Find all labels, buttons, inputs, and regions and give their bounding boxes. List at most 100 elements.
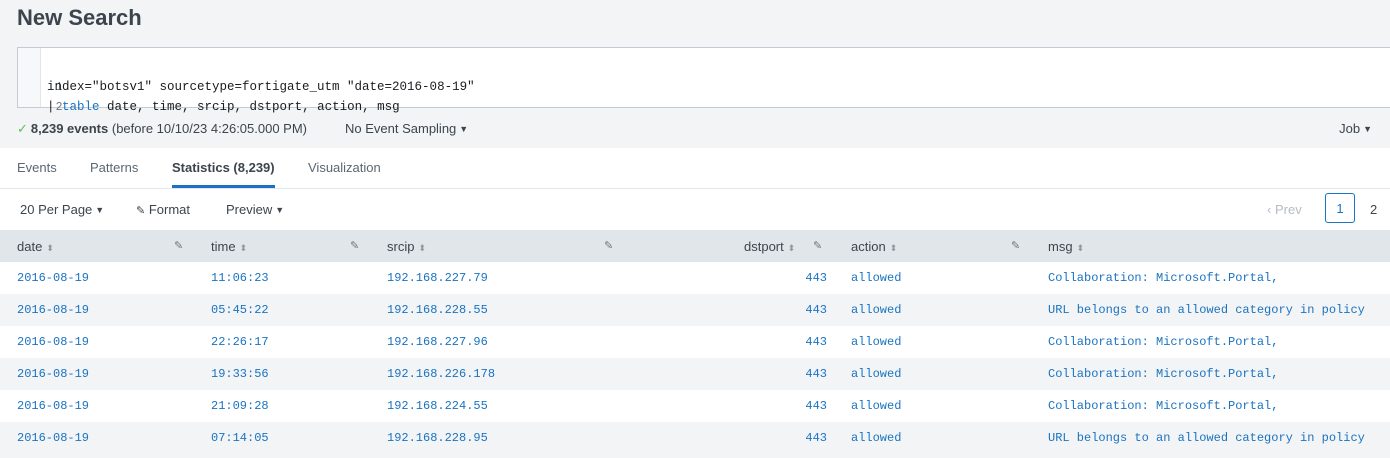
format-label: Format [148,202,191,217]
cell-srcip[interactable]: 192.168.224.55 [387,399,488,413]
cell-msg[interactable]: Collaboration: Microsoft.Portal, [1048,367,1278,381]
cell-srcip[interactable]: 192.168.227.79 [387,271,488,285]
column-label: date [17,239,43,254]
preview-dropdown[interactable]: Preview ▼ [226,202,284,217]
table-row: 2016-08-19 22:26:17 192.168.227.96 443 a… [0,326,1390,358]
table-header-row: date ⬍ ✎ time ⬍ ✎ srcip ⬍ ✎ dstport ⬍ ✎ acti… [0,230,1390,262]
cell-date[interactable]: 2016-08-19 [17,399,89,413]
cell-action[interactable]: allowed [851,367,901,381]
search-code-line-2: | table date, time, srcip, dstport, acti… [47,97,400,117]
tab-events[interactable]: Events [17,160,57,188]
results-toolbar: 20 Per Page ▼ ✎ Format Preview ▼ ‹ Prev 1 … [0,189,1390,230]
sort-icon[interactable]: ⬍ [1077,243,1085,253]
cell-dstport[interactable]: 443 [805,335,827,349]
cell-msg[interactable]: Collaboration: Microsoft.Portal, [1048,271,1278,285]
pencil-icon: ✎ [136,205,146,217]
cell-date[interactable]: 2016-08-19 [17,367,89,381]
cell-time[interactable]: 05:45:22 [211,303,269,317]
page-1-button[interactable]: 1 [1325,193,1355,223]
tab-patterns[interactable]: Patterns [90,160,138,188]
chevron-left-icon: ‹ [1267,202,1272,217]
table-command-keyword: table [62,100,100,114]
job-menu-label: Job [1339,121,1361,136]
event-sampling-label: No Event Sampling [345,121,457,136]
per-page-label: 20 Per Page [20,202,93,217]
cell-date[interactable]: 2016-08-19 [17,431,89,445]
statistics-table: date ⬍ ✎ time ⬍ ✎ srcip ⬍ ✎ dstport ⬍ ✎ acti… [0,230,1390,454]
tab-statistics[interactable]: Statistics (8,239) [172,160,275,188]
preview-label: Preview [226,202,273,217]
column-header-dstport[interactable]: dstport ⬍ ✎ [620,230,834,262]
table-row: 2016-08-19 19:33:56 192.168.226.178 443 … [0,358,1390,390]
caret-down-icon: ▼ [95,205,105,215]
cell-srcip[interactable]: 192.168.227.96 [387,335,488,349]
cell-msg[interactable]: URL belongs to an allowed category in po… [1048,303,1365,317]
search-code-line-1: index="botsv1" sourcetype=fortigate_utm … [47,80,475,94]
pencil-icon[interactable]: ✎ [813,239,822,252]
caret-down-icon: ▼ [1363,124,1372,134]
cell-time[interactable]: 22:26:17 [211,335,269,349]
sort-icon[interactable]: ⬍ [890,243,898,253]
cell-time[interactable]: 07:14:05 [211,431,269,445]
column-header-date[interactable]: date ⬍ ✎ [0,230,194,262]
cell-date[interactable]: 2016-08-19 [17,303,89,317]
cell-dstport[interactable]: 443 [805,303,827,317]
tab-visualization[interactable]: Visualization [308,160,381,188]
cell-action[interactable]: allowed [851,303,901,317]
page-2-button[interactable]: 2 [1370,202,1377,217]
search-editor[interactable]: 1 index="botsv1" sourcetype=fortigate_utm… [17,47,1390,114]
search-line-2[interactable]: 2 | table date, time, srcip, dstport, act… [18,77,400,114]
column-header-time[interactable]: time ⬍ ✎ [194,230,370,262]
cell-dstport[interactable]: 443 [805,431,827,445]
cell-action[interactable]: allowed [851,399,901,413]
prev-label: Prev [1274,202,1302,217]
per-page-dropdown[interactable]: 20 Per Page ▼ [20,202,104,217]
format-button[interactable]: ✎ Format [136,202,190,217]
cell-srcip[interactable]: 192.168.228.55 [387,303,488,317]
prev-page-button[interactable]: ‹ Prev [1267,202,1302,217]
column-label: action [851,239,886,254]
cell-time[interactable]: 19:33:56 [211,367,269,381]
cell-action[interactable]: allowed [851,335,901,349]
cell-msg[interactable]: Collaboration: Microsoft.Portal, [1048,335,1278,349]
sort-icon[interactable]: ⬍ [788,243,796,253]
sort-icon[interactable]: ⬍ [46,243,54,253]
pencil-icon[interactable]: ✎ [350,239,359,252]
column-header-msg[interactable]: msg ⬍ [1031,230,1390,262]
pencil-icon[interactable]: ✎ [1011,239,1020,252]
caret-down-icon: ▼ [275,205,285,215]
page-title: New Search [17,5,142,30]
cell-action[interactable]: allowed [851,271,901,285]
sort-icon[interactable]: ⬍ [240,243,248,253]
cell-action[interactable]: allowed [851,431,901,445]
column-label: time [211,239,236,254]
job-menu-dropdown[interactable]: Job ▼ [1339,120,1372,138]
caret-down-icon: ▼ [459,124,469,134]
search-line-1[interactable]: 1 index="botsv1" sourcetype=fortigate_utm… [18,57,475,94]
cell-time[interactable]: 11:06:23 [211,271,269,285]
cell-srcip[interactable]: 192.168.226.178 [387,367,495,381]
event-count: 8,239 events [30,121,109,136]
cell-date[interactable]: 2016-08-19 [17,335,89,349]
pencil-icon[interactable]: ✎ [174,239,183,252]
search-status-bar: ✓ 8,239 events (before 10/10/23 4:26:05.0… [17,120,1377,138]
table-row: 2016-08-19 21:09:28 192.168.224.55 443 a… [0,390,1390,422]
column-header-srcip[interactable]: srcip ⬍ ✎ [370,230,620,262]
column-label: msg [1048,239,1073,254]
cell-dstport[interactable]: 443 [805,271,827,285]
cell-srcip[interactable]: 192.168.228.95 [387,431,488,445]
results-tabs: Events Patterns Statistics (8,239) Visua… [0,148,1390,189]
table-fields: date, time, srcip, dstport, action, msg [99,100,400,114]
cell-time[interactable]: 21:09:28 [211,399,269,413]
cell-msg[interactable]: URL belongs to an allowed category in po… [1048,431,1365,445]
pencil-icon[interactable]: ✎ [604,239,613,252]
column-label: dstport [744,239,784,254]
cell-date[interactable]: 2016-08-19 [17,271,89,285]
cell-dstport[interactable]: 443 [805,399,827,413]
table-row: 2016-08-19 07:14:05 192.168.228.95 443 a… [0,422,1390,454]
cell-dstport[interactable]: 443 [805,367,827,381]
sort-icon[interactable]: ⬍ [418,243,426,253]
event-sampling-dropdown[interactable]: No Event Sampling ▼ [345,120,468,138]
column-header-action[interactable]: action ⬍ ✎ [834,230,1031,262]
cell-msg[interactable]: Collaboration: Microsoft.Portal, [1048,399,1278,413]
